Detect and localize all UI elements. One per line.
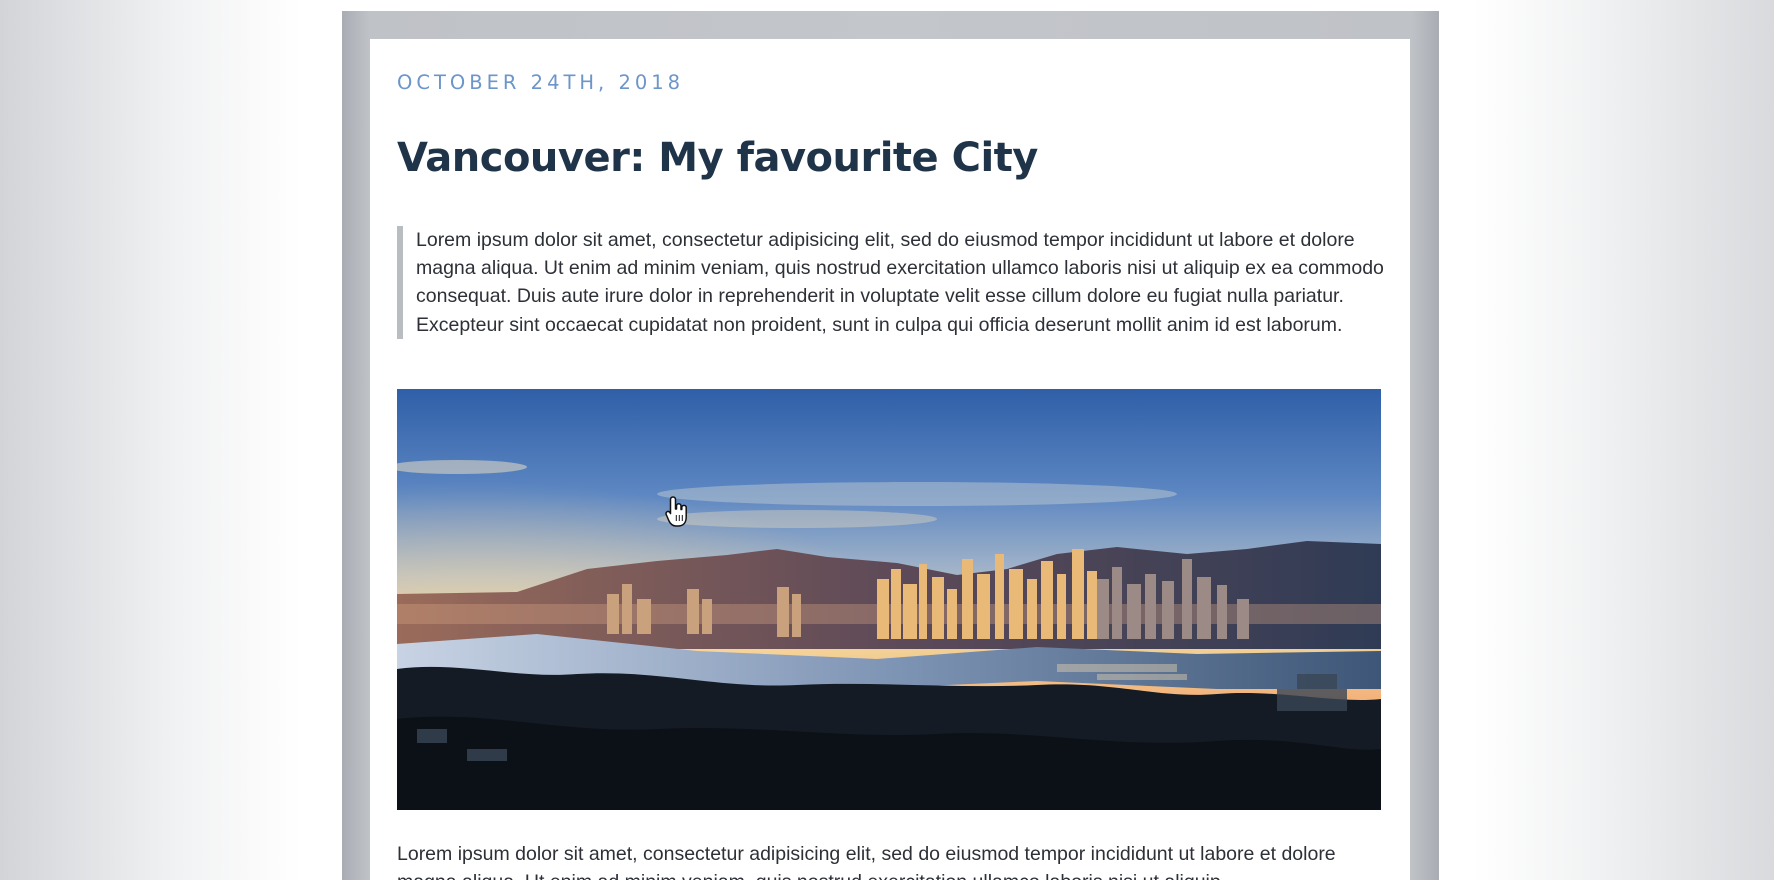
blog-post-card: OCTOBER 24TH, 2018 Vancouver: My favouri… <box>370 39 1410 880</box>
post-blockquote: Lorem ipsum dolor sit amet, consectetur … <box>397 226 1387 339</box>
vancouver-skyline-image <box>397 389 1381 810</box>
hand-pointer-icon <box>664 495 690 529</box>
post-date: OCTOBER 24TH, 2018 <box>397 71 685 94</box>
post-title: Vancouver: My favourite City <box>397 135 1038 181</box>
hero-image[interactable] <box>397 389 1381 810</box>
quote-text: Lorem ipsum dolor sit amet, consectetur … <box>416 229 1384 336</box>
post-body: Lorem ipsum dolor sit amet, consectetur … <box>397 840 1387 880</box>
body-paragraph: Lorem ipsum dolor sit amet, consectetur … <box>397 843 1336 880</box>
